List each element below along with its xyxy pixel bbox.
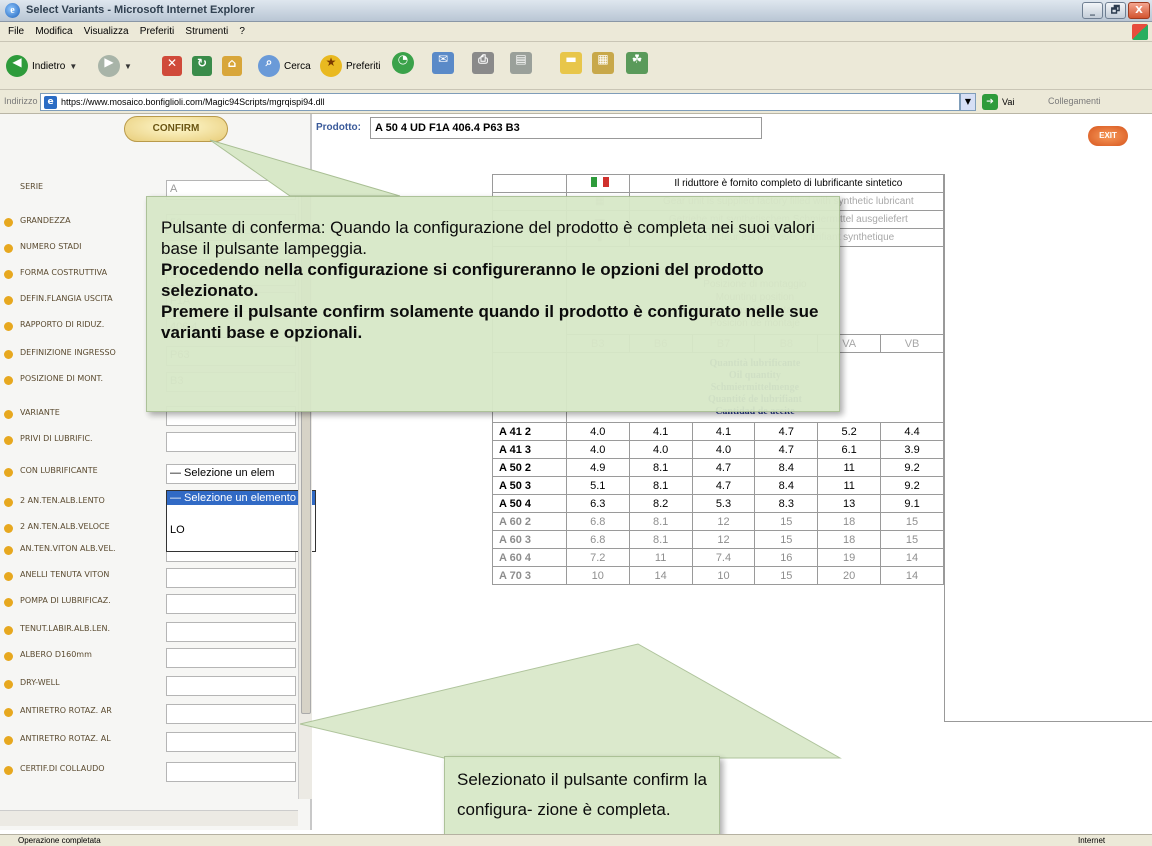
callout-text-2: Procedendo nella configurazione si confi… bbox=[161, 260, 764, 300]
status-bar: Operazione completata Internet bbox=[0, 834, 1152, 846]
callout-text-3: Premere il pulsante confirm solamente qu… bbox=[161, 302, 819, 342]
callout-text-1: Pulsante di conferma: Quando la configur… bbox=[161, 218, 815, 258]
status-text: Operazione completata bbox=[18, 836, 101, 845]
callout-confirm-info: Pulsante di conferma: Quando la configur… bbox=[146, 196, 840, 412]
callout-top-pointer bbox=[209, 139, 401, 197]
callout-configuration-complete: Selezionato il pulsante confirm la confi… bbox=[444, 756, 720, 846]
callout-pointers bbox=[209, 139, 842, 759]
zone-label: Internet bbox=[1078, 836, 1106, 845]
callout-bottom-pointer bbox=[299, 643, 842, 759]
